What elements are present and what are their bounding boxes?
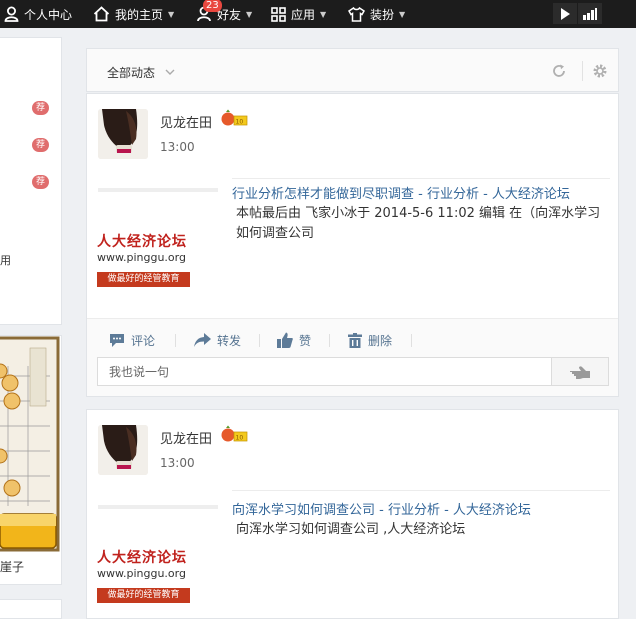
shared-link-title[interactable]: 行业分析怎样才能做到尽职调查 - 行业分析 - 人大经济论坛: [232, 183, 570, 202]
apps-grid-icon: [271, 6, 286, 22]
send-comment-button[interactable]: [551, 357, 609, 386]
post-timestamp: 13:00: [160, 140, 195, 154]
stats-button[interactable]: [578, 3, 602, 24]
avatar[interactable]: [98, 425, 148, 475]
signal-bars-icon: [583, 7, 597, 20]
chevron-down-icon: [165, 69, 175, 75]
action-separator: [329, 334, 330, 347]
shared-link-summary: 本帖最后由 飞家小冰于 2014-5-6 11:02 编辑 在（向浑水学习如何调…: [236, 206, 601, 241]
forward-button[interactable]: 转发: [194, 331, 241, 349]
thumbnail-site-name: 人大经济论坛: [97, 234, 187, 250]
refresh-icon[interactable]: [552, 64, 566, 78]
chevron-down-icon: ▼: [320, 9, 327, 19]
user-avatar-image: [98, 425, 148, 475]
recommend-badge: 荐: [32, 101, 49, 115]
left-sidebar-panel-bottom: [0, 599, 62, 619]
user-icon: [4, 6, 19, 22]
chinese-chess-board-image: [0, 336, 60, 552]
post-divider: [232, 178, 610, 179]
my-homepage-label: 我的主页: [115, 7, 164, 22]
post-author-name[interactable]: 见龙在田: [160, 428, 212, 447]
chevron-down-icon: ▼: [168, 9, 175, 19]
my-homepage-menu[interactable]: 我的主页 ▼: [93, 0, 174, 28]
recommend-badge: 荐: [32, 175, 49, 189]
friends-count-badge: 23: [203, 0, 222, 12]
svg-text:10: 10: [236, 435, 244, 442]
left-sidebar-panel: 荐 荐 荐 用: [0, 37, 62, 325]
play-button[interactable]: [553, 3, 577, 24]
feed-filter-label: 全部动态: [107, 66, 156, 80]
thumbnail-slogan: 做最好的经管教育: [97, 588, 190, 603]
header-separator: [582, 61, 583, 81]
post-timestamp: 13:00: [160, 456, 195, 470]
post-action-bar: 评论 转发 赞 删除: [87, 318, 618, 396]
comment-input[interactable]: [97, 357, 552, 386]
top-navbar: 个人中心 我的主页 ▼ 好友 ▼ 23 应用 ▼ 装扮 ▼: [0, 0, 636, 28]
recommend-badge: 荐: [32, 138, 49, 152]
game-partial-label: 崖子: [0, 560, 25, 574]
forward-label: 转发: [217, 333, 242, 348]
sidebar-partial-text: 用: [0, 254, 11, 267]
chess-game-widget[interactable]: 崖子: [0, 335, 62, 585]
post-divider: [232, 490, 610, 491]
shared-link-thumbnail[interactable]: 人大经济论坛 www.pinggu.org 做最好的经管教育: [97, 231, 191, 291]
feed-filter-dropdown[interactable]: 全部动态: [107, 64, 175, 81]
post-author-name[interactable]: 见龙在田: [160, 112, 212, 131]
tshirt-icon: [348, 6, 365, 22]
delete-button[interactable]: 删除: [348, 331, 392, 349]
action-separator: [259, 334, 260, 347]
personal-center-link[interactable]: 个人中心: [4, 0, 72, 28]
chevron-down-icon: ▼: [399, 9, 406, 19]
shared-link-thumbnail[interactable]: 人大经济论坛 www.pinggu.org 做最好的经管教育: [97, 547, 191, 607]
apps-label: 应用: [291, 7, 316, 22]
action-separator: [411, 334, 412, 347]
share-arrow-icon: [194, 333, 211, 347]
medal-icon: 10: [221, 109, 248, 126]
share-divider-line: [98, 188, 218, 192]
thumbs-up-icon: [277, 332, 293, 348]
apps-menu[interactable]: 应用 ▼: [271, 0, 326, 28]
dress-up-label: 装扮: [370, 7, 395, 22]
thumbnail-site-url: www.pinggu.org: [97, 567, 186, 580]
thumbnail-site-url: www.pinggu.org: [97, 251, 186, 264]
thumbnail-site-name: 人大经济论坛: [97, 550, 187, 566]
feed-post-card: 见龙在田 10 13:00 向浑水学习如何调查公司 - 行业分析 - 人大经济论…: [86, 409, 619, 619]
chevron-down-icon: ▼: [246, 9, 253, 19]
comment-button[interactable]: 评论: [109, 331, 155, 349]
user-avatar-image: [98, 109, 148, 159]
shared-link-summary: 向浑水学习如何调查公司 ,人大经济论坛: [236, 522, 466, 537]
avatar[interactable]: [98, 109, 148, 159]
thumbnail-slogan: 做最好的经管教育: [97, 272, 190, 287]
gear-icon[interactable]: [592, 63, 608, 79]
personal-center-label: 个人中心: [24, 7, 73, 22]
like-button[interactable]: 赞: [277, 331, 311, 349]
feed-header: 全部动态: [86, 48, 619, 92]
share-divider-line: [98, 505, 218, 509]
play-icon: [561, 7, 570, 20]
comment-icon: [110, 333, 124, 347]
medal-icon: 10: [221, 425, 248, 442]
svg-text:10: 10: [236, 119, 244, 126]
trash-icon: [348, 332, 362, 348]
feed-post-card: 见龙在田 10 13:00 行业分析怎样才能做到尽职调查 - 行业分析 - 人大…: [86, 93, 619, 397]
like-label: 赞: [299, 333, 312, 348]
comment-label: 评论: [131, 333, 156, 348]
action-separator: [175, 334, 176, 347]
pointing-hand-icon: [570, 365, 590, 379]
home-icon: [93, 6, 110, 22]
dress-up-menu[interactable]: 装扮 ▼: [348, 0, 405, 28]
shared-link-title[interactable]: 向浑水学习如何调查公司 - 行业分析 - 人大经济论坛: [232, 499, 531, 518]
delete-label: 删除: [368, 333, 393, 348]
